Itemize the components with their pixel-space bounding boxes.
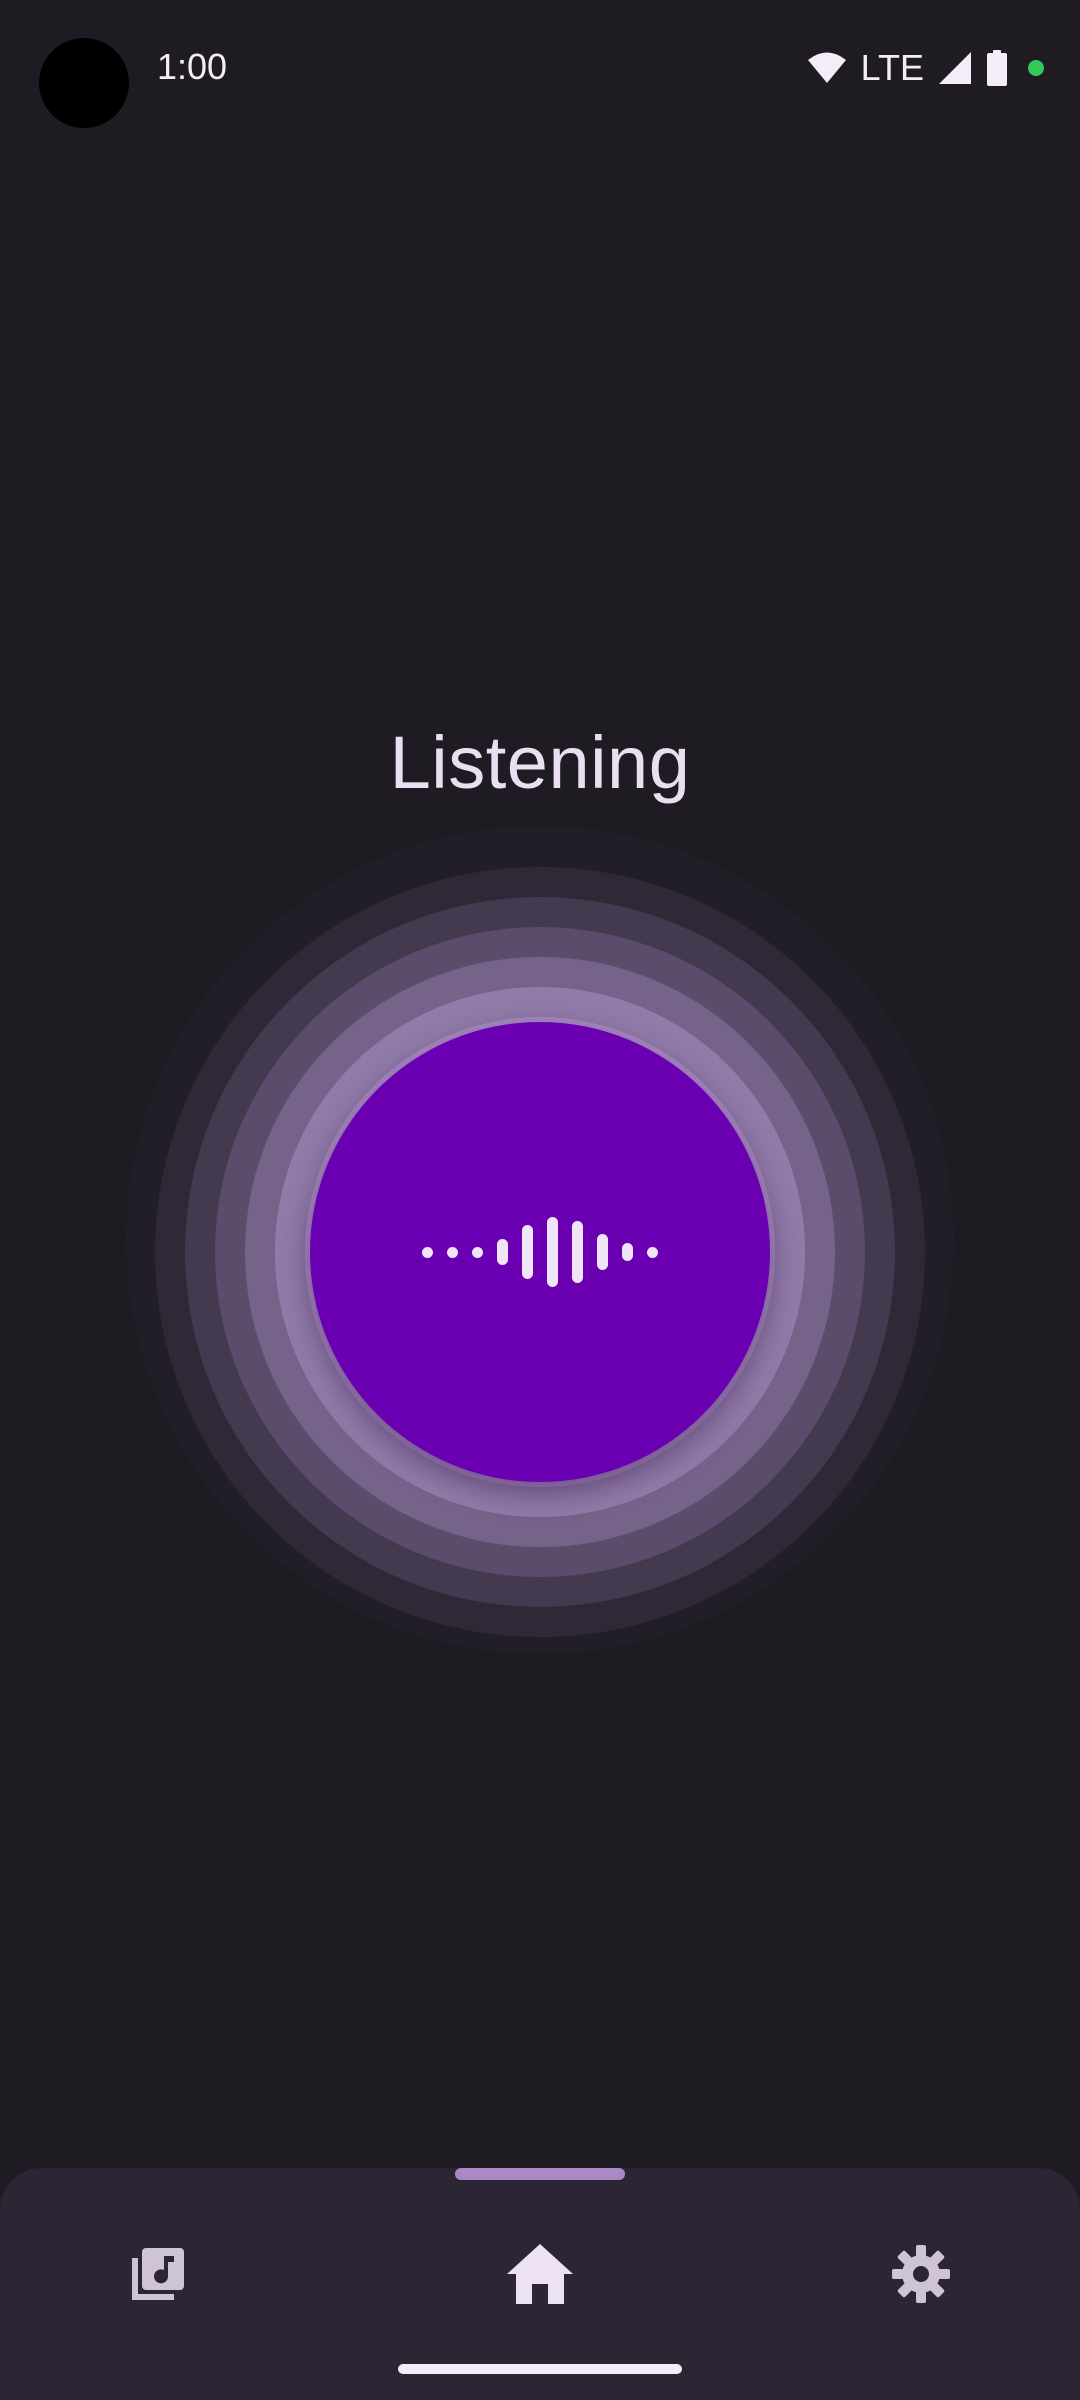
listen-button[interactable]: [310, 1022, 770, 1482]
home-icon: [507, 2244, 573, 2304]
status-icons: LTE: [807, 44, 1044, 92]
camera-cutout: [39, 38, 129, 128]
sound-wave-icon: [422, 1217, 658, 1287]
network-type: LTE: [860, 47, 924, 88]
privacy-dot-icon: [1028, 60, 1044, 76]
gesture-navigation-bar[interactable]: [398, 2364, 682, 2374]
nav-settings-button[interactable]: [861, 2214, 981, 2334]
wifi-icon: [807, 52, 846, 83]
battery-icon: [987, 50, 1007, 86]
nav-home-button[interactable]: [480, 2214, 600, 2334]
bottom-navigation: [0, 2168, 1080, 2400]
status-time: 1:00: [157, 46, 228, 87]
gear-icon: [892, 2245, 950, 2303]
nav-library-button[interactable]: [98, 2214, 218, 2334]
listening-screen: 1:00 LTE Listening: [0, 0, 1080, 2400]
page-title: Listening: [389, 721, 691, 804]
signal-icon: [939, 52, 971, 84]
nav-selection-indicator: [455, 2168, 625, 2180]
music-library-icon: [132, 2248, 184, 2300]
status-bar: 1:00 LTE: [0, 0, 1080, 135]
